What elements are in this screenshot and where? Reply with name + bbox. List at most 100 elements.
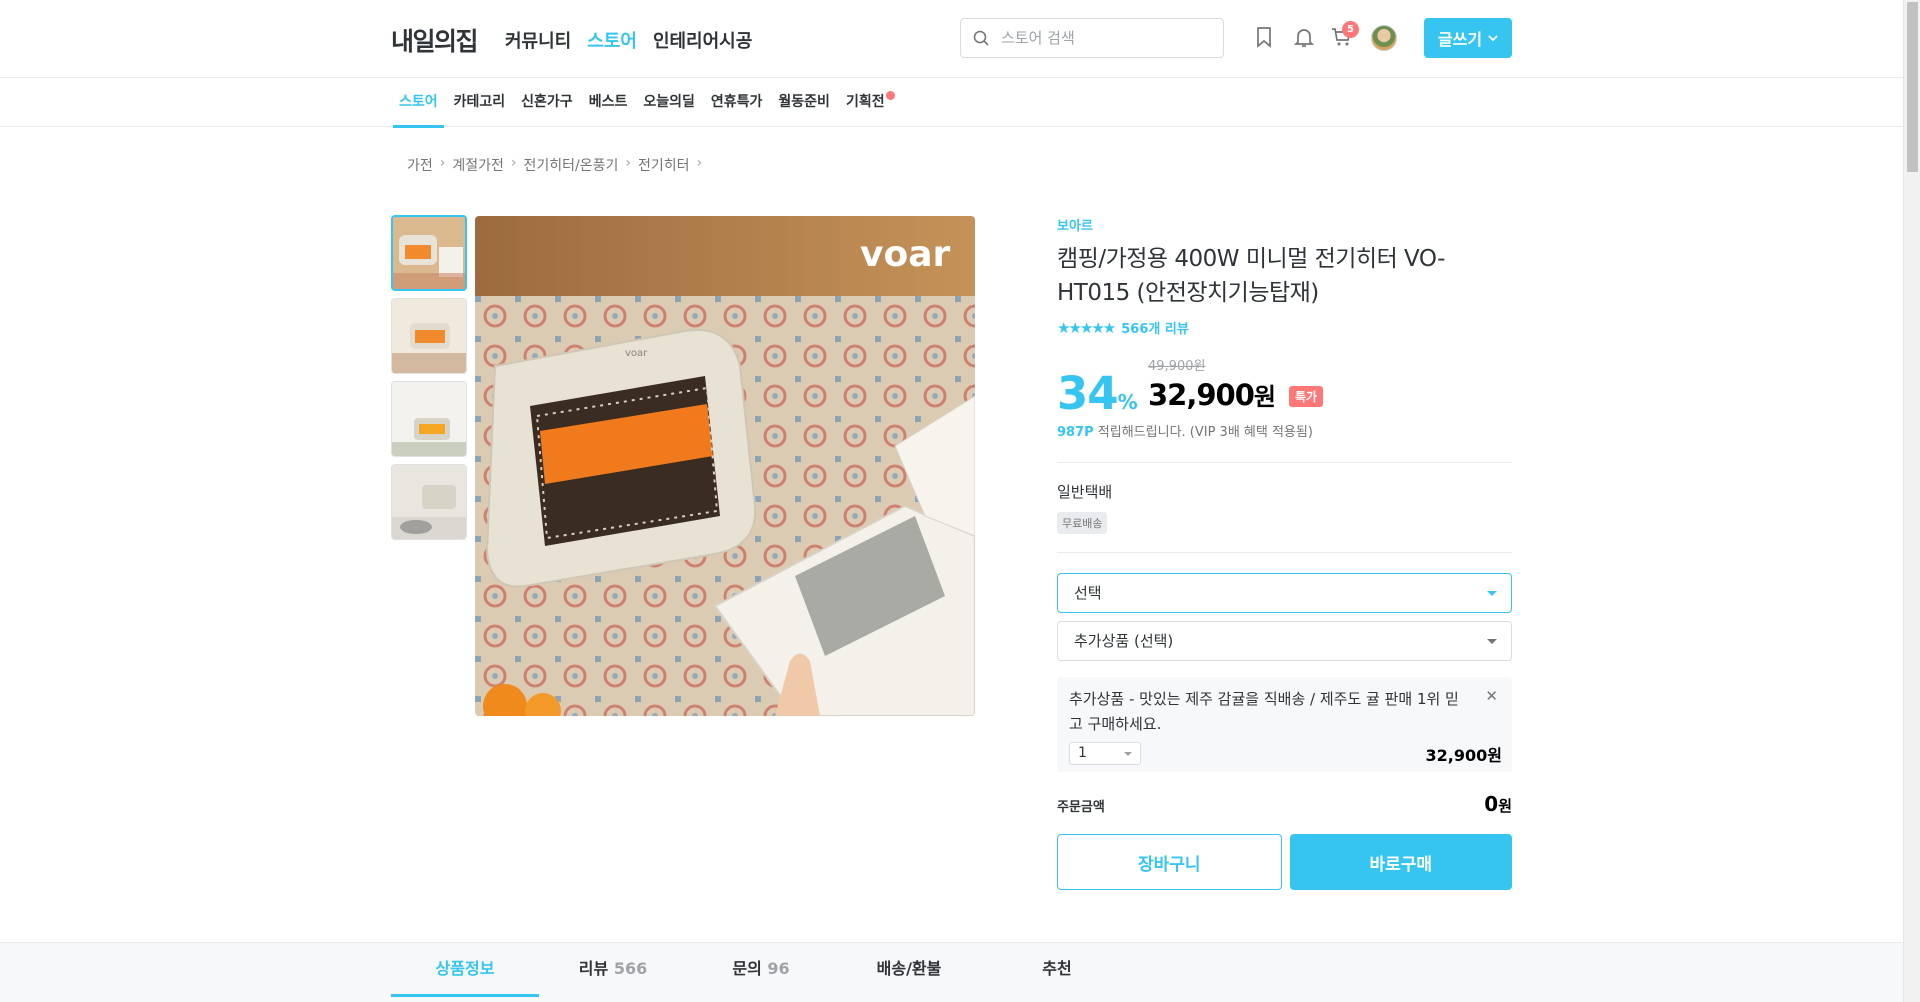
selected-addon-item: 추가상품 - 맛있는 제주 감귤을 직배송 / 제주도 귤 판매 1위 믿고 구…	[1057, 677, 1512, 772]
addon-select[interactable]: 추가상품 (선택)	[1057, 621, 1512, 661]
tab-label: 문의	[732, 959, 762, 978]
bell-icon[interactable]	[1292, 25, 1316, 49]
caret-down-icon	[1487, 639, 1497, 644]
chevron-down-icon	[1488, 35, 1498, 42]
site-logo[interactable]: 내일의집	[391, 22, 479, 58]
review-count-link[interactable]: 566개 리뷰	[1121, 318, 1189, 337]
shipping-section: 일반택배 무료배송	[1057, 481, 1512, 534]
breadcrumb: 가전 › 계절가전 › 전기히터/온풍기 › 전기히터 ›	[407, 155, 709, 175]
subnav-exhibition-label: 기획전	[845, 94, 885, 110]
subnav-todaydeal[interactable]: 오늘의딜	[635, 78, 703, 127]
write-label: 글쓰기	[1437, 30, 1483, 49]
product-title: 캠핑/가정용 400W 미니멀 전기히터 VO-HT015 (안전장치기능탑재)	[1057, 246, 1445, 306]
chevron-right-icon: ›	[510, 155, 517, 171]
product-thumbnail[interactable]	[391, 215, 467, 291]
nav-interior[interactable]: 인테리어시공	[653, 27, 752, 53]
option-select[interactable]: 선택	[1057, 573, 1512, 613]
tab-count: 96	[767, 959, 790, 978]
points-value: 987P	[1057, 425, 1094, 440]
search-icon	[973, 30, 989, 46]
addon-select-value: 추가상품 (선택)	[1074, 632, 1174, 650]
price-box: 49,900원 34% 32,900원 특가	[1057, 351, 1512, 421]
chevron-right-icon: ›	[439, 155, 446, 171]
breadcrumb-item[interactable]: 전기히터/온풍기	[524, 155, 619, 175]
nav-community[interactable]: 커뮤니티	[505, 27, 571, 53]
search-box[interactable]	[960, 18, 1224, 58]
original-price: 49,900원	[1148, 359, 1206, 374]
page-scrollbar[interactable]	[1903, 0, 1920, 1002]
chevron-right-icon: ›	[625, 155, 632, 171]
subnav-newlywed[interactable]: 신혼가구	[513, 78, 581, 127]
order-total-value: 0원	[1484, 792, 1512, 816]
avatar[interactable]	[1371, 25, 1397, 51]
discount-rate: 34%	[1057, 367, 1138, 420]
tab-label: 리뷰	[578, 959, 609, 978]
tab-count: 566	[613, 959, 648, 978]
points-info: 987P 적립해드립니다. (VIP 3배 혜택 적용됨)	[1057, 421, 1512, 440]
cart-count-badge: 5	[1342, 21, 1359, 38]
top-header: 내일의집 커뮤니티 스토어 인테리어시공 5 글쓰기	[0, 0, 1903, 78]
sale-price-value: 32,900	[1148, 378, 1255, 412]
order-total-number: 0	[1484, 792, 1499, 816]
scrollbar-thumb[interactable]	[1907, 2, 1918, 172]
tab-label: 배송/환불	[876, 959, 942, 978]
subnav-exhibition[interactable]: 기획전	[838, 78, 903, 127]
tab-label: 추천	[1042, 959, 1072, 978]
addon-price: 32,900원	[1425, 746, 1502, 765]
subnav-best[interactable]: 베스트	[581, 78, 636, 127]
breadcrumb-item[interactable]: 전기히터	[638, 155, 690, 175]
write-button[interactable]: 글쓰기	[1424, 18, 1512, 58]
buy-now-button[interactable]: 바로구매	[1289, 834, 1512, 890]
breadcrumb-item[interactable]: 가전	[407, 155, 433, 175]
discount-value: 34	[1057, 367, 1119, 420]
product-thumbnail[interactable]	[391, 381, 467, 457]
nav-store[interactable]: 스토어	[587, 27, 637, 53]
product-main-image[interactable]: voar voar	[475, 216, 975, 716]
product-thumbnail[interactable]	[391, 298, 467, 374]
store-subnav: 스토어 카테고리 신혼가구 베스트 오늘의딜 연휴특가 월동준비 기획전	[0, 78, 1903, 128]
quantity-select[interactable]: 1	[1069, 742, 1141, 765]
tab-product-info[interactable]: 상품정보	[391, 943, 539, 997]
caret-down-icon	[1124, 752, 1132, 756]
free-shipping-badge: 무료배송	[1057, 512, 1108, 534]
shipping-title: 일반택배	[1057, 483, 1113, 501]
tab-recommend[interactable]: 추천	[983, 943, 1131, 997]
order-total: 주문금액 0원	[1057, 792, 1512, 816]
brand-link[interactable]: 보아르	[1057, 215, 1512, 234]
subnav-store[interactable]: 스토어	[391, 78, 446, 128]
breadcrumb-item[interactable]: 계절가전	[452, 155, 504, 175]
add-to-cart-button[interactable]: 장바구니	[1057, 834, 1282, 890]
purchase-buttons: 장바구니 바로구매	[1057, 834, 1512, 890]
thumbnail-list	[391, 215, 467, 547]
sale-price-unit: 원	[1253, 383, 1276, 411]
rating-row[interactable]: ★★★★★ 566개 리뷰	[1057, 318, 1512, 338]
special-price-badge: 특가	[1289, 386, 1324, 407]
divider	[1057, 462, 1512, 463]
product-info-panel: 보아르 캠핑/가정용 400W 미니멀 전기히터 VO-HT015 (안전장치기…	[1057, 215, 1512, 890]
subnav-winter[interactable]: 월동준비	[770, 78, 838, 127]
discount-unit: %	[1117, 390, 1138, 414]
subnav-holiday[interactable]: 연휴특가	[703, 78, 771, 127]
star-rating-icon: ★★★★★	[1057, 318, 1116, 337]
option-select-value: 선택	[1074, 584, 1102, 602]
tab-questions[interactable]: 문의 96	[687, 943, 835, 997]
points-text: 적립해드립니다. (VIP 3배 혜택 적용됨)	[1093, 425, 1313, 440]
quantity-value: 1	[1078, 745, 1087, 761]
caret-down-icon	[1487, 591, 1497, 596]
addon-description: 추가상품 - 맛있는 제주 감귤을 직배송 / 제주도 귤 판매 1위 믿고 구…	[1069, 690, 1459, 733]
tab-reviews[interactable]: 리뷰 566	[539, 943, 687, 997]
subnav-category[interactable]: 카테고리	[446, 78, 514, 127]
chevron-right-icon: ›	[696, 155, 703, 171]
divider	[1057, 552, 1512, 553]
product-thumbnail[interactable]	[391, 464, 467, 540]
bookmark-icon[interactable]	[1252, 25, 1276, 49]
search-input[interactable]	[1001, 27, 1211, 49]
svg-text:voar: voar	[625, 348, 648, 359]
close-icon[interactable]: ✕	[1485, 687, 1498, 705]
sale-price: 32,900원	[1148, 377, 1276, 412]
new-dot-icon	[885, 91, 895, 100]
order-total-label: 주문금액	[1057, 800, 1105, 815]
product-tabs: 상품정보 리뷰 566 문의 96 배송/환불 추천	[0, 942, 1903, 1002]
tab-shipping-refund[interactable]: 배송/환불	[835, 943, 983, 997]
tab-label: 상품정보	[435, 959, 495, 978]
